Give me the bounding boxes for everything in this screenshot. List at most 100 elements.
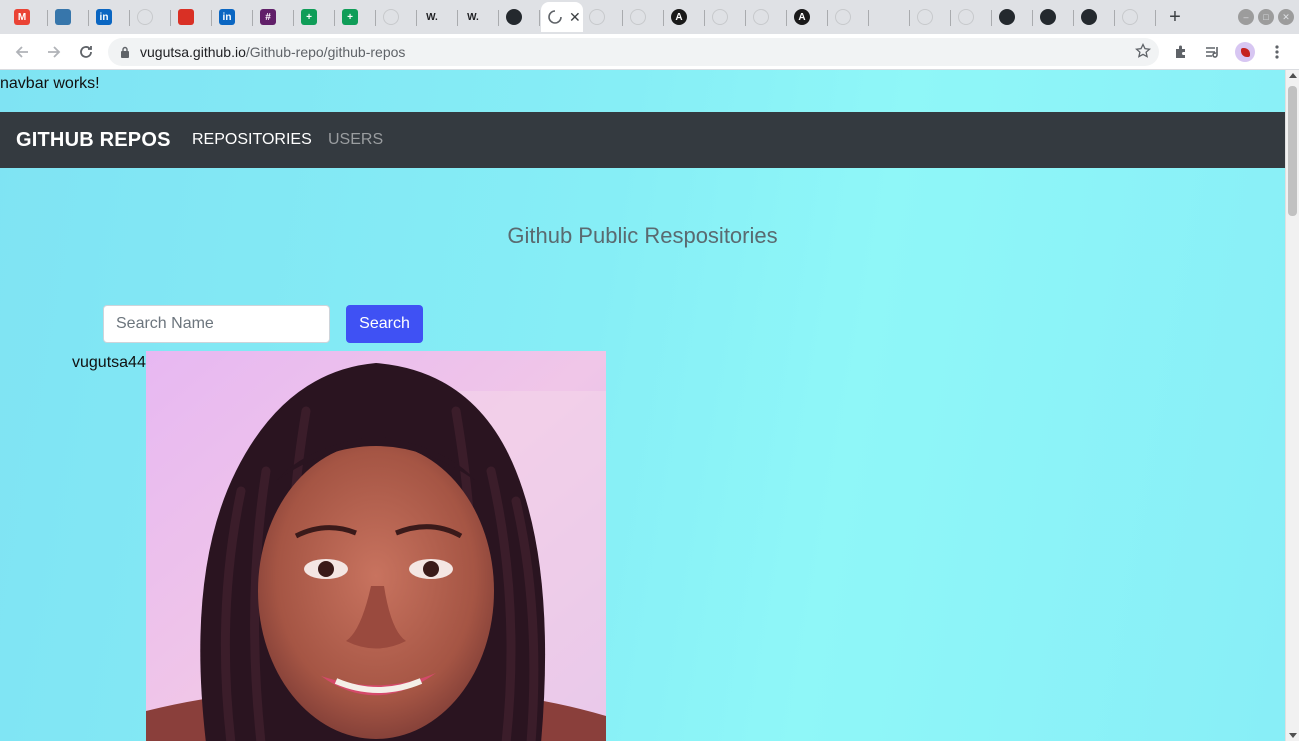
browser-tab[interactable] — [583, 2, 623, 32]
browser-menu-icon[interactable] — [1266, 41, 1288, 63]
browser-tab[interactable] — [172, 2, 212, 32]
browser-tab[interactable]: A — [665, 2, 705, 32]
back-button[interactable] — [10, 40, 34, 64]
browser-tab[interactable] — [911, 2, 951, 32]
tab-separator — [293, 10, 294, 26]
browser-tab[interactable] — [377, 2, 417, 32]
browser-tab[interactable] — [1034, 2, 1074, 32]
browser-tab[interactable]: M — [8, 2, 48, 32]
linkedin-icon: in — [96, 9, 112, 25]
browser-toolbar: vugutsa.github.io/Github-repo/github-rep… — [0, 34, 1299, 70]
browser-tab[interactable] — [829, 2, 869, 32]
browser-tab[interactable] — [1075, 2, 1115, 32]
nav-link-repositories[interactable]: REPOSITORIES — [192, 131, 312, 149]
media-queue-icon[interactable] — [1202, 41, 1224, 63]
blank-page-icon — [137, 9, 153, 25]
gmail-icon: M — [14, 9, 30, 25]
browser-tab[interactable] — [870, 2, 910, 32]
blank-page-icon — [712, 9, 728, 25]
navbar-brand[interactable]: GITHUB REPOS — [16, 129, 171, 152]
wordpress-w-icon: W. — [426, 11, 438, 23]
app-red-icon — [178, 9, 194, 25]
search-input[interactable] — [103, 305, 330, 343]
loading-icon — [547, 9, 563, 25]
blank-page-icon — [630, 9, 646, 25]
python-icon — [55, 9, 71, 25]
browser-tab[interactable] — [1116, 2, 1156, 32]
tab-separator — [827, 10, 828, 26]
linkedin-icon: in — [219, 9, 235, 25]
user-login-name: vugutsa44 — [72, 354, 146, 371]
extensions-puzzle-icon[interactable] — [1170, 41, 1192, 63]
tab-separator — [457, 10, 458, 26]
tab-separator — [170, 10, 171, 26]
tab-separator — [539, 10, 540, 26]
bookmark-star-icon[interactable] — [1134, 42, 1152, 62]
close-window-button[interactable]: ✕ — [1278, 9, 1294, 25]
new-tab-button[interactable]: + — [1164, 6, 1186, 28]
tab-separator — [950, 10, 951, 26]
close-tab-icon[interactable]: ✕ — [569, 9, 581, 26]
blank-page-icon — [589, 9, 605, 25]
minimize-button[interactable]: – — [1238, 9, 1254, 25]
scrollbar-thumb[interactable] — [1288, 86, 1297, 216]
tab-separator — [745, 10, 746, 26]
browser-tab[interactable]: W. — [418, 2, 458, 32]
tab-separator — [1114, 10, 1115, 26]
tab-active[interactable]: ✕ — [541, 2, 583, 32]
maximize-button[interactable]: □ — [1258, 9, 1274, 25]
browser-tab[interactable] — [993, 2, 1033, 32]
page-scrollbar[interactable] — [1285, 70, 1299, 741]
app-navbar: GITHUB REPOS REPOSITORIES USERS — [0, 112, 1285, 168]
tab-separator — [375, 10, 376, 26]
url-path: /Github-repo/github-repos — [245, 44, 406, 60]
sheets-icon: + — [301, 9, 317, 25]
tab-separator — [498, 10, 499, 26]
browser-tab[interactable] — [952, 2, 992, 32]
browser-tab[interactable]: in — [213, 2, 253, 32]
scroll-up-arrow-icon[interactable] — [1289, 73, 1297, 78]
browser-tab[interactable] — [747, 2, 787, 32]
audio-tab-icon — [876, 9, 892, 25]
tab-separator — [704, 10, 705, 26]
browser-tab[interactable] — [49, 2, 89, 32]
browser-tab[interactable] — [624, 2, 664, 32]
slack-icon: # — [260, 9, 276, 25]
browser-tab[interactable] — [500, 2, 540, 32]
browser-tab[interactable]: + — [336, 2, 376, 32]
browser-tab[interactable] — [706, 2, 746, 32]
browser-tab[interactable]: # — [254, 2, 294, 32]
tab-separator — [991, 10, 992, 26]
blank-page-icon — [753, 9, 769, 25]
address-bar[interactable]: vugutsa.github.io/Github-repo/github-rep… — [108, 38, 1159, 66]
tab-separator — [786, 10, 787, 26]
browser-tab[interactable]: A — [788, 2, 828, 32]
back-arrow-icon — [15, 46, 28, 58]
profile-avatar-icon[interactable] — [1234, 41, 1256, 63]
tab-separator — [47, 10, 48, 26]
blank-page-icon — [835, 9, 851, 25]
scroll-down-arrow-icon[interactable] — [1289, 733, 1297, 738]
forward-button[interactable] — [42, 40, 66, 64]
forward-arrow-icon — [48, 46, 61, 58]
browser-tab[interactable]: + — [295, 2, 335, 32]
tab-separator — [868, 10, 869, 26]
tab-separator — [211, 10, 212, 26]
browser-tab[interactable]: in — [90, 2, 130, 32]
browser-tab[interactable] — [131, 2, 171, 32]
browser-tab[interactable]: W. — [459, 2, 499, 32]
tab-separator — [88, 10, 89, 26]
tab-separator — [416, 10, 417, 26]
search-button[interactable]: Search — [346, 305, 423, 343]
page-viewport: navbar works! GITHUB REPOS REPOSITORIES … — [0, 70, 1285, 741]
angular-icon: A — [671, 9, 687, 25]
angular-icon: A — [794, 9, 810, 25]
reload-button[interactable] — [74, 40, 98, 64]
nav-link-users[interactable]: USERS — [328, 131, 383, 149]
tab-separator — [1155, 10, 1156, 26]
tab-separator — [909, 10, 910, 26]
github-icon — [1040, 9, 1056, 25]
wordpress-w-icon: W. — [467, 11, 479, 23]
page-title: Github Public Respositories — [507, 223, 778, 248]
tab-separator — [1073, 10, 1074, 26]
